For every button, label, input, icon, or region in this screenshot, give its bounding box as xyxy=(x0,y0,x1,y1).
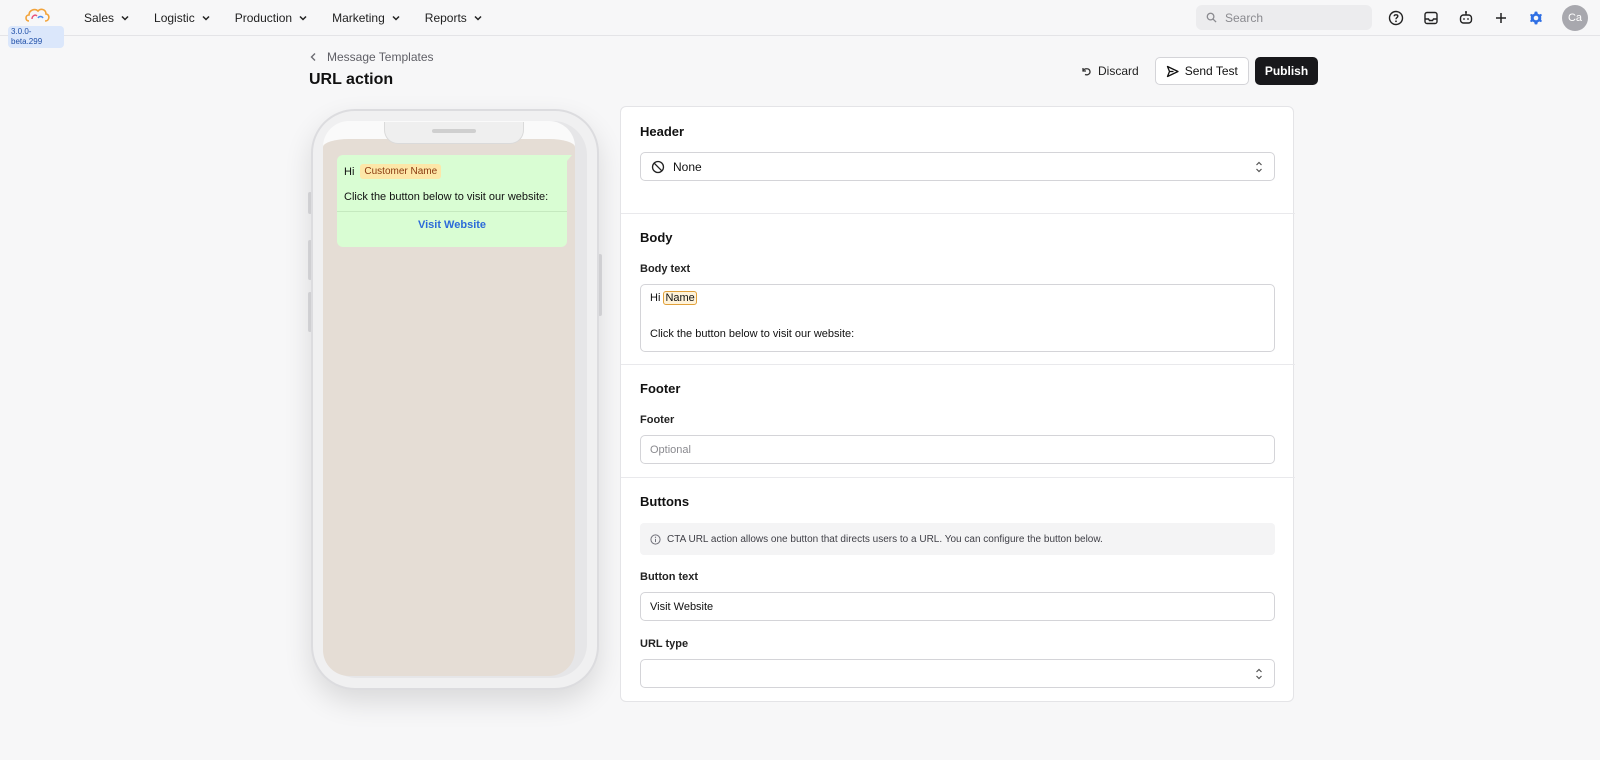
header-type-value: None xyxy=(673,159,702,174)
cta-info-text: CTA URL action allows one button that di… xyxy=(667,533,1103,545)
footer-label: Footer xyxy=(640,414,675,426)
page-title: URL action xyxy=(309,71,394,88)
undo-icon xyxy=(1082,68,1091,76)
page-actions: Discard Send Test Publish xyxy=(1070,57,1319,85)
nav-label: Marketing xyxy=(332,11,385,25)
section-divider xyxy=(621,364,1295,365)
body-text-field[interactable]: Hi Name Click the button below to visit … xyxy=(640,284,1275,352)
template-editor: Header None Body Body text Hi Name Click… xyxy=(620,106,1295,702)
nav-label: Logistic xyxy=(154,11,195,25)
name-variable-tag[interactable]: Name xyxy=(663,291,697,305)
header-section-title: Header xyxy=(640,124,685,139)
bubble-greeting-row: Hi Customer Name xyxy=(344,164,560,179)
app-logo[interactable]: 3.0.0-beta.299 xyxy=(4,4,64,48)
chevron-down-icon xyxy=(121,15,129,21)
top-bar: 3.0.0-beta.299 Sales Logistic Production… xyxy=(0,0,1600,48)
add-button[interactable] xyxy=(1489,6,1513,30)
body-text-line: Hi Name xyxy=(650,291,1265,305)
inbox-button[interactable] xyxy=(1419,6,1443,30)
body-section-title: Body xyxy=(640,230,673,245)
publish-button[interactable]: Publish xyxy=(1254,57,1319,85)
bubble-body-text: Click the button below to visit our webs… xyxy=(344,191,549,203)
url-type-label: URL type xyxy=(640,638,689,650)
chevron-down-icon xyxy=(474,15,482,21)
body-text-line: Click the button below to visit our webs… xyxy=(650,328,855,340)
top-icons xyxy=(1384,6,1559,30)
send-test-button[interactable]: Send Test xyxy=(1154,57,1249,85)
nav-label: Production xyxy=(234,11,293,25)
discard-label: Discard xyxy=(1098,64,1139,78)
chevron-down-icon xyxy=(299,15,307,21)
message-bubble: Hi Customer Name Click the button below … xyxy=(337,155,567,247)
bubble-cta-button[interactable]: Visit Website xyxy=(344,219,560,231)
nav-label: Sales xyxy=(84,11,115,25)
gear-icon xyxy=(1530,11,1542,25)
section-divider xyxy=(621,477,1295,478)
chevron-up-down-icon xyxy=(1256,668,1262,680)
buttons-section-title: Buttons xyxy=(640,494,690,509)
header-type-select[interactable]: None xyxy=(640,152,1275,181)
variable-chip: Customer Name xyxy=(360,164,442,179)
nav-production[interactable]: Production xyxy=(235,11,308,25)
search-input[interactable] xyxy=(1225,10,1365,25)
cta-info-banner: CTA URL action allows one button that di… xyxy=(640,523,1275,555)
info-icon xyxy=(650,533,661,545)
bubble-tail xyxy=(562,155,572,167)
cloud-logo-icon xyxy=(25,8,50,22)
nav-reports[interactable]: Reports xyxy=(425,11,483,25)
chevron-down-icon xyxy=(202,15,210,21)
chevron-left-icon xyxy=(310,53,316,61)
url-type-select[interactable] xyxy=(640,659,1275,688)
global-search[interactable] xyxy=(1196,5,1372,30)
user-avatar[interactable]: Ca xyxy=(1562,5,1588,31)
body-text-label: Body text xyxy=(640,263,691,275)
button-text-label: Button text xyxy=(640,571,699,583)
chevron-up-down-icon xyxy=(1256,161,1262,173)
breadcrumb-label: Message Templates xyxy=(327,50,434,64)
nav-label: Reports xyxy=(424,11,467,25)
bubble-divider xyxy=(337,211,567,212)
robot-icon xyxy=(1459,11,1473,24)
bubble-greeting: Hi xyxy=(344,165,355,178)
footer-input[interactable] xyxy=(640,435,1275,464)
footer-section-title: Footer xyxy=(640,381,681,396)
discard-button[interactable]: Discard xyxy=(1070,57,1149,85)
search-icon xyxy=(1206,12,1217,23)
button-text-input[interactable] xyxy=(640,592,1275,621)
ban-icon xyxy=(651,160,665,173)
main-nav: Sales Logistic Production Marketing Repo… xyxy=(84,0,507,36)
breadcrumb[interactable]: Message Templates xyxy=(309,50,434,64)
assistant-button[interactable] xyxy=(1454,6,1478,30)
settings-button[interactable] xyxy=(1524,6,1548,30)
phone-speaker xyxy=(432,129,476,133)
nav-logistic[interactable]: Logistic xyxy=(154,11,211,25)
chevron-down-icon xyxy=(392,15,400,21)
send-test-label: Send Test xyxy=(1184,64,1238,78)
inbox-icon xyxy=(1424,11,1438,25)
phone-notch xyxy=(384,122,524,144)
send-icon xyxy=(1166,65,1179,77)
help-icon xyxy=(1388,10,1404,26)
nav-sales[interactable]: Sales xyxy=(84,11,130,25)
section-divider xyxy=(621,213,1295,214)
plus-icon xyxy=(1496,13,1506,23)
help-button[interactable] xyxy=(1384,6,1408,30)
version-badge: 3.0.0-beta.299 xyxy=(8,26,64,48)
body-greeting: Hi xyxy=(650,292,661,304)
nav-marketing[interactable]: Marketing xyxy=(332,11,401,25)
